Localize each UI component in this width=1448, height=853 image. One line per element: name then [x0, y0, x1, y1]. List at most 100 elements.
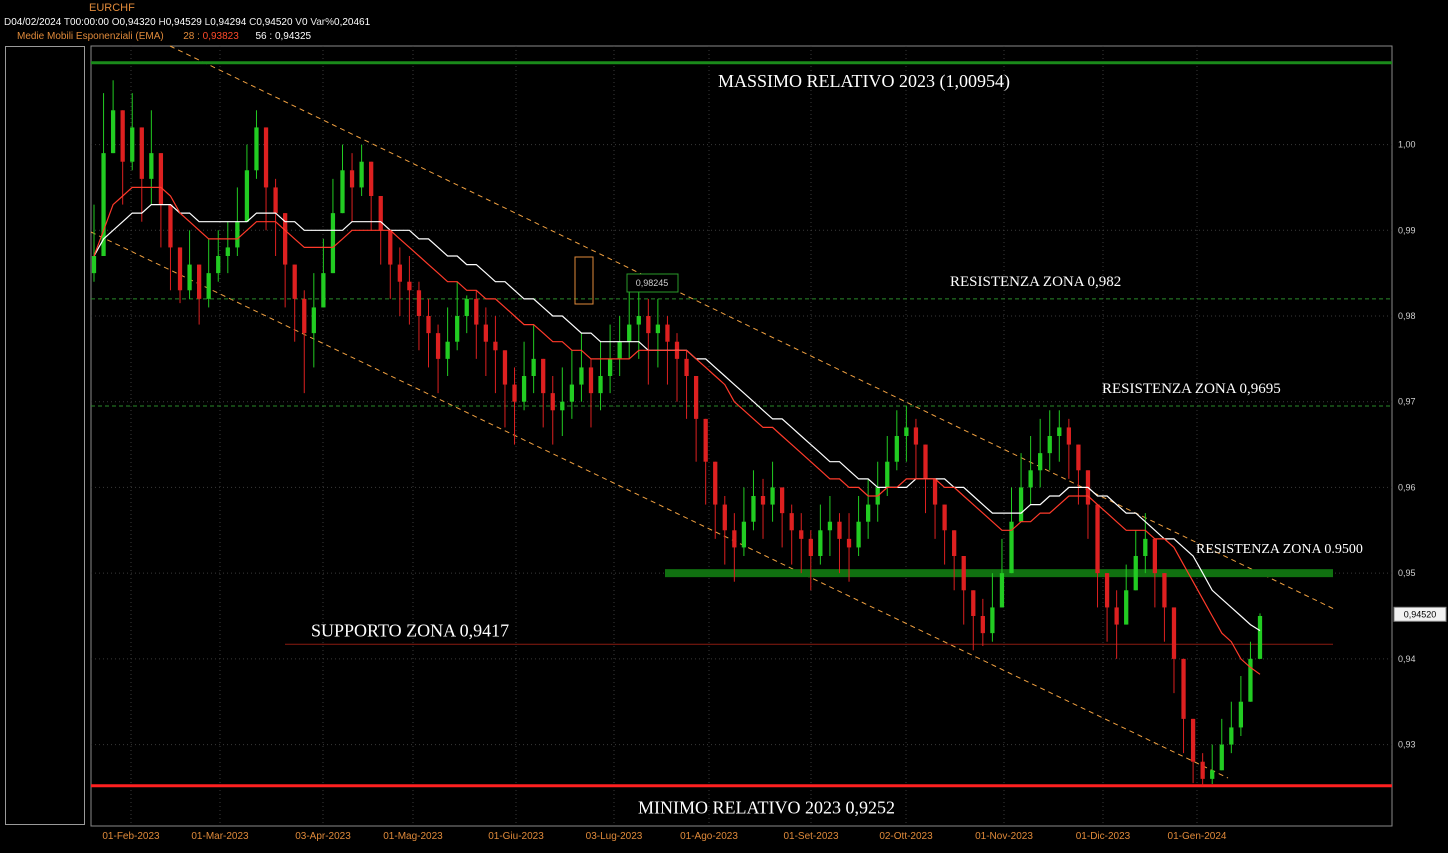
candle [340, 144, 345, 214]
x-tick-label: 01-Gen-2024 [1168, 831, 1227, 842]
candle-body [120, 110, 125, 162]
ema28-line [93, 186, 1261, 675]
candle-body [684, 358, 689, 376]
candle-body [732, 530, 737, 548]
candle-body [741, 521, 747, 548]
candle-body [292, 264, 297, 299]
candle [779, 487, 785, 548]
candle [225, 221, 230, 274]
candle-body [512, 384, 517, 402]
x-tick-label: 01-Set-2023 [783, 831, 838, 842]
candle-body [1143, 538, 1148, 556]
candle [1200, 753, 1205, 786]
candle-body [779, 487, 785, 514]
candle [130, 93, 135, 171]
candle-body [1162, 573, 1167, 608]
x-tick-label: 01-Mag-2023 [383, 831, 443, 842]
candle [655, 298, 661, 368]
y-tick-label: 0,93 [1398, 740, 1416, 750]
candle [971, 590, 976, 651]
candle-body [980, 616, 985, 634]
resistance-label: RESISTENZA ZONA 0,982 [950, 274, 1121, 290]
candle-body [483, 324, 488, 342]
candle-body [569, 384, 575, 402]
candle-body [1076, 444, 1081, 471]
x-tick-label: 01-Feb-2023 [102, 831, 160, 842]
candle-body [455, 316, 460, 342]
candle [674, 333, 680, 402]
candle [502, 350, 508, 428]
candle-body [1028, 470, 1033, 488]
candle-body [1066, 427, 1071, 445]
candle-body [216, 256, 221, 274]
candle [799, 513, 804, 574]
candle-body [971, 590, 976, 616]
min-level-label: MINIMO RELATIVO 2023 0,9252 [638, 798, 895, 818]
y-tick-label: 0,94 [1398, 654, 1416, 664]
channel-upper-line [169, 45, 1335, 610]
candle-body [588, 367, 594, 394]
candle-body [1038, 453, 1043, 471]
candle-body [1133, 556, 1138, 591]
candle [560, 367, 565, 436]
candle [741, 487, 747, 556]
candle-body [263, 127, 269, 188]
candle [139, 127, 144, 222]
candle-body [369, 161, 374, 196]
candle [827, 496, 833, 556]
x-tick-label: 03-Lug-2023 [586, 831, 643, 842]
candle [1238, 676, 1244, 736]
candle-body [799, 530, 804, 539]
candle [1257, 613, 1263, 659]
callout-label: 0,98245 [636, 278, 669, 288]
candle-body [1219, 744, 1224, 771]
x-tick-label: 01-Nov-2023 [975, 831, 1033, 842]
candle-body [1057, 427, 1062, 436]
candle-body [426, 316, 431, 334]
candles-group [91, 80, 1263, 786]
candle [321, 238, 326, 308]
candle [579, 333, 584, 402]
y-tick-label: 0,99 [1398, 225, 1416, 235]
candle-body [1114, 607, 1119, 625]
candle-body [665, 324, 670, 342]
candle [913, 418, 919, 479]
candle-body [349, 170, 355, 188]
candle [856, 496, 861, 556]
candle [177, 247, 183, 304]
candle-body [388, 230, 393, 265]
candle [1190, 718, 1196, 784]
candle [483, 307, 488, 376]
candle-body [598, 376, 603, 394]
candle-body [502, 350, 508, 385]
x-tick-label: 01-Giu-2023 [488, 831, 544, 842]
candle [435, 324, 441, 394]
candle [1248, 641, 1253, 702]
candle [1057, 410, 1062, 462]
candle-body [407, 281, 412, 291]
last-price-label: 0,94520 [1404, 609, 1437, 619]
candle [110, 80, 116, 154]
resistance-zone-label: RESISTENZA ZONA 0.9500 [1196, 542, 1363, 557]
candle-body [693, 376, 699, 419]
candle [1152, 538, 1158, 608]
candle-body [1104, 573, 1110, 608]
candle-body [846, 538, 852, 548]
candle [407, 256, 412, 325]
candle [120, 110, 125, 205]
candle [646, 298, 651, 385]
candle [493, 316, 498, 394]
candle-body [225, 247, 230, 256]
candle [426, 298, 431, 368]
x-tick-label: 01-Dic-2023 [1076, 831, 1131, 842]
candle [349, 153, 355, 222]
price-chart[interactable]: 0,93 0,94 0,95 0,96 0,97 0,98 0,99 1,00 01-Feb-2… [0, 0, 1448, 853]
candle [474, 290, 479, 359]
candle-body [636, 316, 641, 325]
candle [416, 281, 422, 351]
candle-body [235, 221, 240, 248]
candle-body [942, 504, 947, 531]
channel-lower-line [90, 231, 1229, 779]
y-tick-label: 0,96 [1398, 482, 1416, 492]
candle [206, 238, 211, 308]
